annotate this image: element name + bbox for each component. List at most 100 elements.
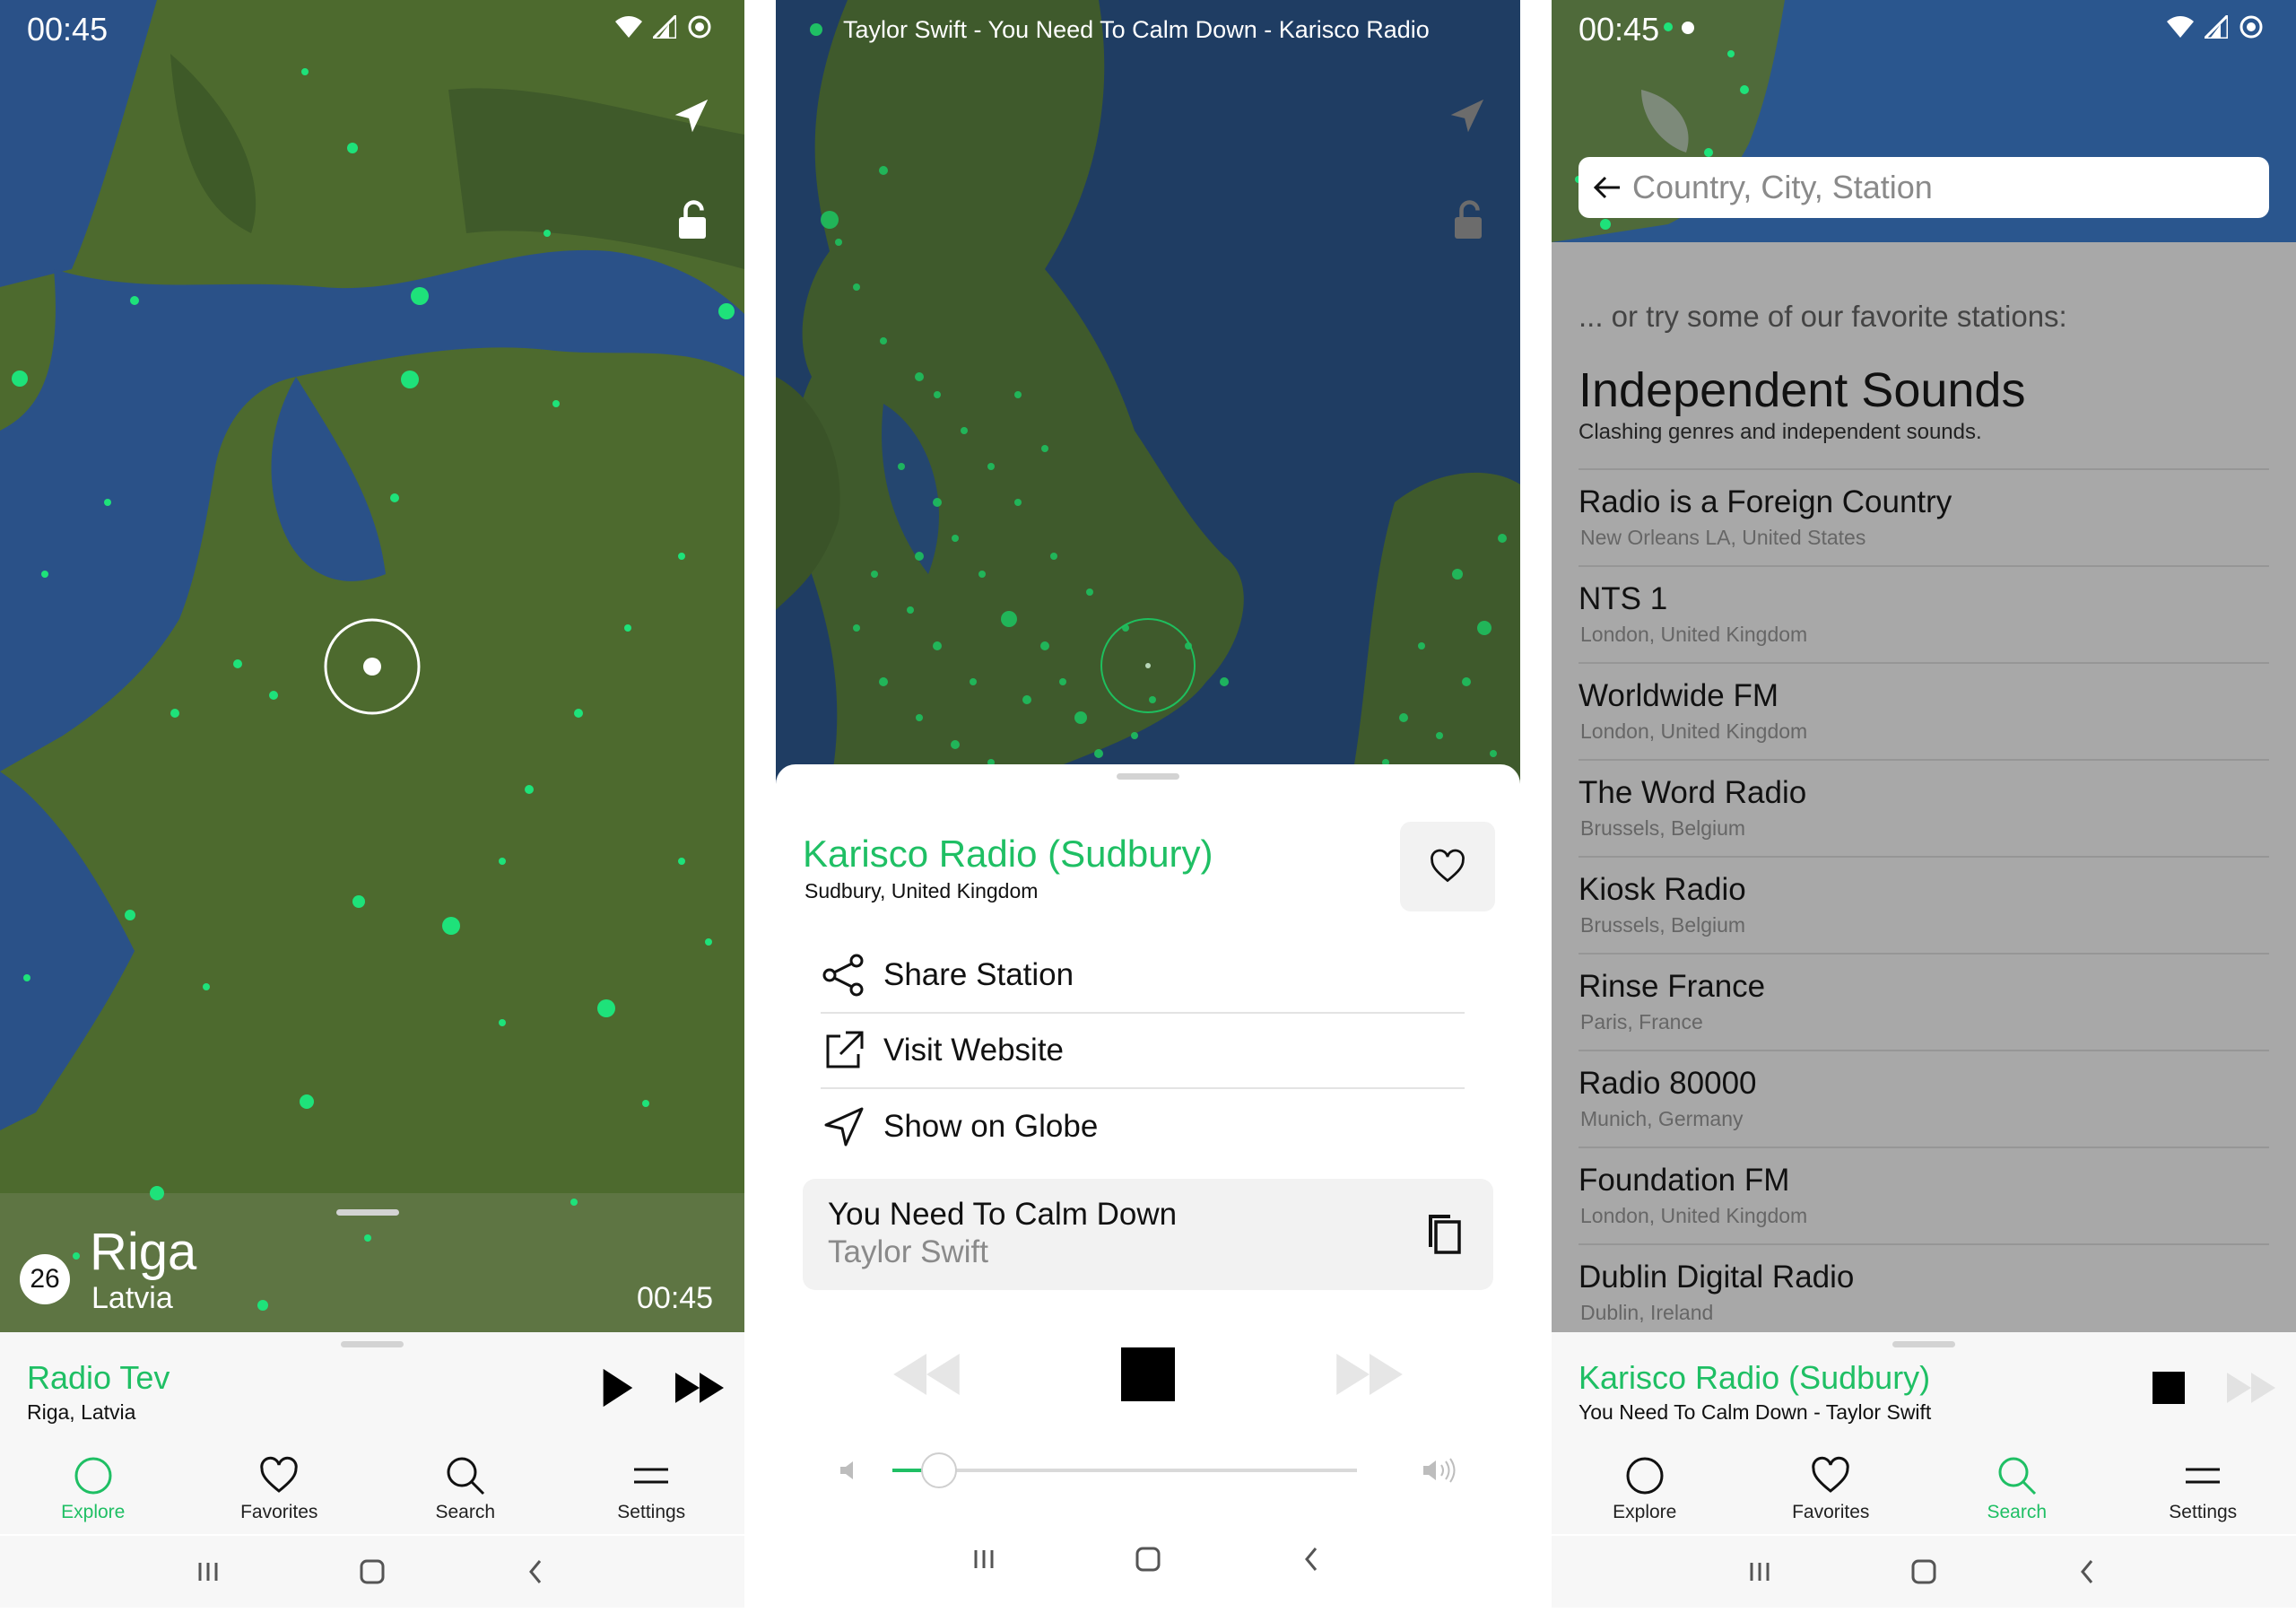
volume-max-icon [1423, 1458, 1456, 1483]
skip-forward-button[interactable] [2222, 1359, 2280, 1417]
explore-screen: 00:45 26 Riga Latvia 00:45 Radio Tev Rig… [0, 0, 744, 1613]
skip-forward-button[interactable] [671, 1359, 728, 1417]
rewind-button[interactable] [882, 1338, 971, 1410]
tab-settings[interactable]: Settings [2110, 1444, 2296, 1534]
station-list-item[interactable]: The Word Radio Brussels, Belgium [1578, 759, 2269, 856]
action-label: Visit Website [883, 1033, 1065, 1068]
stop-button[interactable] [2140, 1359, 2197, 1417]
stop-icon [2152, 1372, 2185, 1404]
station-sheet: Karisco Radio (Sudbury) Sudbury, United … [776, 764, 1520, 1613]
search-screen: 00:45 ... or try some of our favorite st… [1552, 0, 2296, 1613]
favorite-stations-panel: ... or try some of our favorite stations… [1552, 242, 2296, 1332]
tab-label: Favorites [240, 1502, 318, 1522]
player-drag-handle[interactable] [1892, 1341, 1955, 1347]
system-nav-bar [1552, 1536, 2296, 1608]
station-list-item[interactable]: Rinse France Paris, France [1578, 953, 2269, 1050]
search-input[interactable] [1632, 169, 2206, 206]
player-track-subtitle: You Need To Calm Down - Taylor Swift [1578, 1400, 1932, 1424]
visit-website-action[interactable]: Visit Website [821, 1014, 1465, 1089]
station-location: Munich, Germany [1580, 1107, 1744, 1130]
volume-track[interactable] [892, 1452, 1357, 1488]
external-link-icon [826, 1031, 864, 1068]
station-list-item[interactable]: Kiosk Radio Brussels, Belgium [1578, 856, 2269, 953]
favorite-button[interactable] [1400, 822, 1495, 911]
track-artist: Taylor Swift [828, 1234, 988, 1269]
recents-icon[interactable] [192, 1556, 224, 1588]
now-playing-dot [810, 23, 822, 36]
home-icon[interactable] [1908, 1556, 1940, 1588]
unlock-icon[interactable] [1441, 193, 1495, 247]
fast-forward-icon [2227, 1373, 2275, 1403]
stop-icon [1121, 1347, 1175, 1401]
station-location: Brussels, Belgium [1580, 816, 1746, 840]
play-icon [603, 1368, 633, 1408]
search-box [1578, 157, 2269, 218]
tab-explore[interactable]: Explore [1552, 1444, 1738, 1534]
mini-player[interactable]: Radio Tev Riga, Latvia [0, 1332, 744, 1444]
show-on-globe-action[interactable]: Show on Globe [821, 1089, 1465, 1164]
tab-search[interactable]: Search [1924, 1444, 2110, 1534]
sheet-drag-handle[interactable] [1117, 773, 1179, 780]
back-icon[interactable] [2072, 1556, 2104, 1588]
status-bar: 00:45 [1552, 0, 2296, 59]
tab-search[interactable]: Search [372, 1444, 559, 1534]
back-arrow-icon[interactable] [1591, 171, 1623, 204]
unlock-icon[interactable] [665, 193, 719, 247]
station-list-item[interactable]: Radio is a Foreign Country New Orleans LA… [1578, 468, 2269, 565]
station-location: London, United Kingdom [1580, 623, 1808, 646]
fast-forward-icon [675, 1373, 724, 1403]
volume-slider[interactable] [839, 1448, 1457, 1493]
status-now-playing: Taylor Swift - You Need To Calm Down - K… [843, 16, 1430, 43]
country-name: Latvia [91, 1281, 173, 1315]
station-list-item[interactable]: Worldwide FM London, United Kingdom [1578, 662, 2269, 759]
mini-player[interactable]: Karisco Radio (Sudbury) You Need To Calm… [1552, 1332, 2296, 1444]
recents-icon[interactable] [968, 1543, 1000, 1575]
player-station-title: Karisco Radio (Sudbury) [1578, 1359, 1931, 1396]
station-list-item[interactable]: Radio 80000 Munich, Germany [1578, 1050, 2269, 1147]
copy-icon[interactable] [1422, 1211, 1466, 1256]
satellite-map[interactable] [0, 0, 744, 1332]
local-time: 00:45 [637, 1281, 714, 1315]
station-location: Brussels, Belgium [1580, 913, 1746, 937]
home-icon[interactable] [356, 1556, 388, 1588]
map-drag-handle[interactable] [336, 1209, 399, 1216]
station-list-item[interactable]: Dublin Digital Radio Dublin, Ireland [1578, 1243, 2269, 1340]
home-icon[interactable] [1132, 1543, 1164, 1575]
now-playing-card: You Need To Calm Down Taylor Swift [803, 1179, 1493, 1290]
tab-label: Search [1987, 1502, 2048, 1522]
tab-favorites[interactable]: Favorites [187, 1444, 373, 1534]
station-list-item[interactable]: Foundation FM London, United Kingdom [1578, 1147, 2269, 1243]
fast-forward-button[interactable] [1325, 1338, 1414, 1410]
play-button[interactable] [588, 1359, 646, 1417]
tab-bar: Explore Favorites Search Settings [0, 1444, 744, 1534]
station-list-item[interactable]: NTS 1 London, United Kingdom [1578, 565, 2269, 662]
tab-settings[interactable]: Settings [559, 1444, 745, 1534]
recents-icon[interactable] [1744, 1556, 1776, 1588]
back-icon[interactable] [1296, 1543, 1328, 1575]
locate-me-icon[interactable] [1439, 90, 1493, 144]
tab-favorites[interactable]: Favorites [1738, 1444, 1925, 1534]
tab-explore[interactable]: Explore [0, 1444, 187, 1534]
signal-icon [653, 15, 676, 39]
station-name: Worldwide FM [1578, 678, 1779, 713]
volume-thumb[interactable] [920, 1452, 957, 1488]
player-drag-handle[interactable] [341, 1341, 404, 1347]
menu-icon [634, 1468, 669, 1484]
tab-bar: Explore Favorites Search Settings [1552, 1444, 2296, 1534]
volume-min-icon [840, 1461, 853, 1479]
stop-button[interactable] [1103, 1338, 1193, 1410]
section-subtitle: Clashing genres and independent sounds. [1578, 420, 1982, 444]
back-icon[interactable] [520, 1556, 552, 1588]
share-station-action[interactable]: Share Station [821, 938, 1465, 1014]
heart-icon [260, 1456, 298, 1493]
rewind-icon [893, 1354, 960, 1395]
station-name: Foundation FM [1578, 1163, 1790, 1198]
navigation-arrow-icon [824, 1107, 864, 1147]
station-name: Dublin Digital Radio [1578, 1260, 1855, 1295]
station-detail-screen: Taylor Swift - You Need To Calm Down - K… [776, 0, 1520, 1613]
tab-label: Settings [617, 1502, 686, 1522]
satellite-map[interactable] [776, 0, 1520, 789]
station-name: Rinse France [1578, 969, 1766, 1004]
status-bar: 00:45 [0, 0, 744, 59]
locate-me-icon[interactable] [664, 90, 718, 144]
